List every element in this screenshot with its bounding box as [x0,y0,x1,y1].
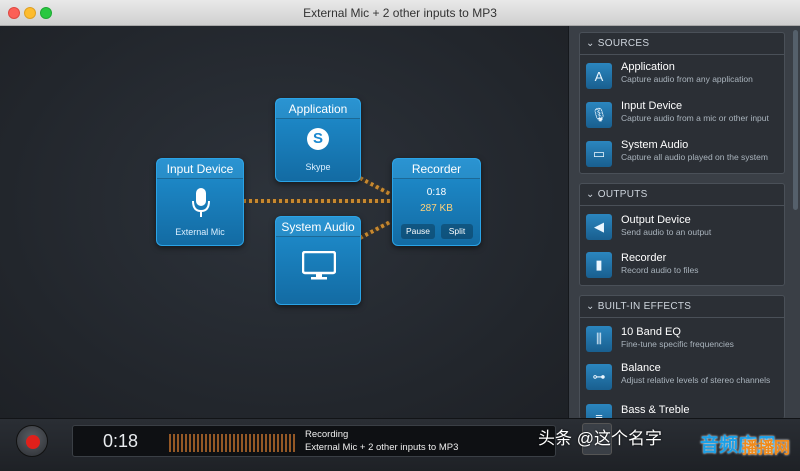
status-bar: 0:18 Recording External Mic + 2 other in… [0,418,800,471]
recorder-node[interactable]: Recorder 0:18 287 KB Pause Split [392,158,481,246]
source-item-title: Input Device [621,100,683,112]
output-item-desc: Record audio to files [621,265,699,275]
recorder-file-size: 287 KB [420,203,453,214]
document-icon: ▮ [586,252,612,278]
recorder-elapsed-time: 0:18 [426,187,447,198]
routing-canvas[interactable]: Application S Skype Input Device Externa… [0,26,568,418]
application-node-title: Application [276,99,360,119]
sources-section: ⌄ SOURCES A Application Capture audio fr… [579,32,785,174]
title-bar: External Mic + 2 other inputs to MP3 [0,0,800,26]
elapsed-timer: 0:18 [103,431,139,451]
pause-button[interactable]: Pause [401,224,435,239]
split-button[interactable]: Split [441,224,473,239]
source-item-desc: Capture audio from any application [621,74,753,84]
output-item-desc: Send audio to an output [621,227,712,237]
effects-header-label: BUILT-IN EFFECTS [597,301,692,312]
record-button[interactable] [16,425,48,457]
effects-header[interactable]: ⌄ BUILT-IN EFFECTS [580,296,784,318]
effect-item-desc: Fine-tune specific frequencies [621,339,734,349]
output-item-title: Output Device [621,214,691,226]
sources-header-label: SOURCES [597,38,650,49]
application-node-source: Skype [305,162,331,172]
recording-status: Recording [305,429,349,440]
effects-section: ⌄ BUILT-IN EFFECTS ⫼ 10 Band EQ Fine-tun… [579,295,785,430]
effect-item-balance[interactable]: ⊶ Balance Adjust relative levels of ster… [580,360,784,398]
microphone-icon: 🎙 [586,102,612,128]
source-item-title: Application [621,61,675,73]
chevron-down-icon: ⌄ [586,38,598,49]
source-item-desc: Capture audio from a mic or other input [621,113,769,123]
speaker-icon: ◀ [586,214,612,240]
outputs-header-label: OUTPUTS [597,189,648,200]
source-item-desc: Capture all audio played on the system [621,152,768,162]
equalizer-icon: ⫼ [586,326,612,352]
input-device-node-title: Input Device [157,159,243,179]
source-item-title: System Audio [621,139,689,151]
recording-detail: External Mic + 2 other inputs to MP3 [305,442,459,453]
effect-item-title: Balance [621,362,661,374]
monitor-icon [302,251,336,280]
effect-item-desc: Adjust relative levels of stereo channel… [621,375,771,385]
output-item-recorder[interactable]: ▮ Recorder Record audio to files [580,248,784,284]
outputs-section: ⌄ OUTPUTS ◀ Output Device Send audio to … [579,183,785,286]
application-node[interactable]: Application S Skype [275,98,361,182]
recording-display: 0:18 Recording External Mic + 2 other in… [72,425,556,457]
wire-system-audio-to-recorder [359,220,391,240]
chevron-down-icon: ⌄ [586,189,598,200]
watermark-text: 头条 @这个名字 [538,429,662,448]
sidebar-scrollbar[interactable] [793,30,798,210]
system-audio-node-title: System Audio [276,217,360,237]
source-item-application[interactable]: A Application Capture audio from any app… [580,59,784,97]
system-audio-node[interactable]: System Audio [275,216,361,305]
level-meter [169,434,295,452]
watermark-logo-2: 播播网 [742,440,791,457]
recorder-node-title: Recorder [393,159,480,179]
microphone-icon [192,188,210,217]
wire-application-to-recorder [359,176,391,196]
input-device-node[interactable]: Input Device External Mic [156,158,244,246]
window-title: External Mic + 2 other inputs to MP3 [303,6,497,20]
record-icon [26,435,40,449]
outputs-header[interactable]: ⌄ OUTPUTS [580,184,784,206]
effect-item-eq[interactable]: ⫼ 10 Band EQ Fine-tune specific frequenc… [580,322,784,358]
balance-icon: ⊶ [586,364,612,390]
app-store-icon: A [586,63,612,89]
source-item-system-audio[interactable]: ▭ System Audio Capture all audio played … [580,137,784,175]
chevron-down-icon: ⌄ [586,301,598,312]
wire-input-to-recorder [243,199,391,203]
effect-item-title: 10 Band EQ [621,326,681,338]
output-item-output-device[interactable]: ◀ Output Device Send audio to an output [580,210,784,246]
skype-icon: S [307,128,329,150]
source-item-input-device[interactable]: 🎙 Input Device Capture audio from a mic … [580,98,784,136]
input-device-node-source: External Mic [175,227,225,237]
sources-header[interactable]: ⌄ SOURCES [580,33,784,55]
library-sidebar[interactable]: ⌄ SOURCES A Application Capture audio fr… [568,26,800,430]
monitor-icon: ▭ [586,141,612,167]
output-item-title: Recorder [621,252,667,264]
effect-item-title: Bass & Treble [621,404,690,416]
app-window: External Mic + 2 other inputs to MP3 App… [0,0,800,471]
